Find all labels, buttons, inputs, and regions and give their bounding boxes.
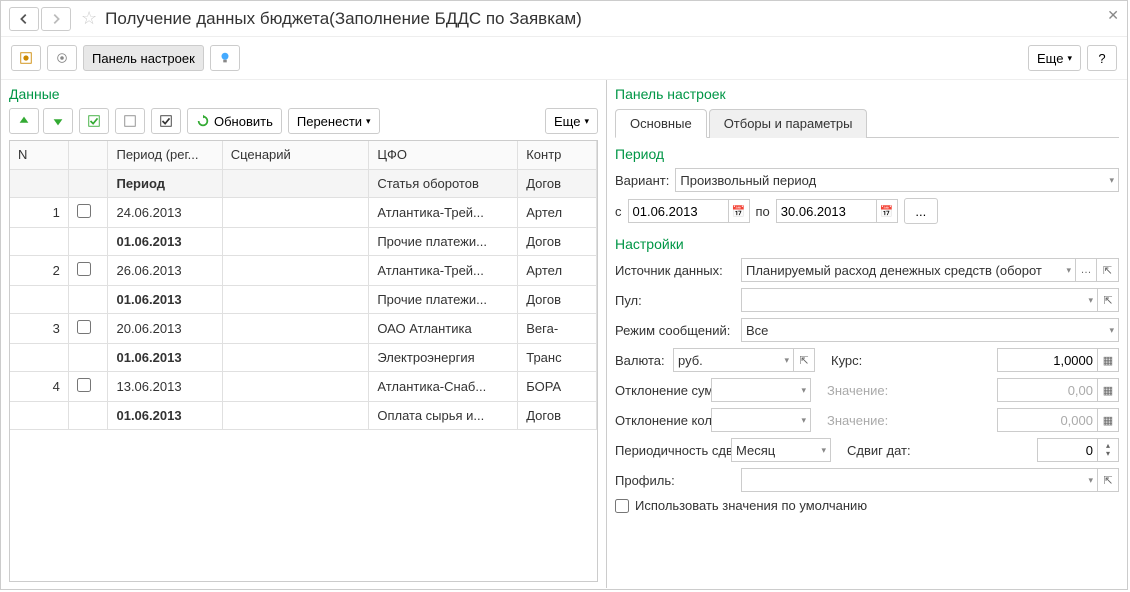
period-section-title: Период <box>615 146 1119 162</box>
nav-back-button[interactable] <box>9 7 39 31</box>
move-down-button[interactable] <box>43 108 73 134</box>
open-icon[interactable]: ⇱ <box>1097 288 1119 312</box>
row-checkbox[interactable] <box>77 204 91 218</box>
check-all-button[interactable] <box>79 108 109 134</box>
calculator-icon[interactable]: ▦ <box>1097 348 1119 372</box>
table-row[interactable]: 226.06.2013Атлантика-Трей...Артел <box>10 255 597 285</box>
dev-qty-val-input[interactable] <box>997 408 1097 432</box>
open-icon[interactable]: ⇱ <box>1097 258 1119 282</box>
use-defaults-checkbox[interactable] <box>615 499 629 513</box>
dev-sum-select[interactable] <box>711 378 811 402</box>
col-scenario[interactable]: Сценарий <box>222 141 369 169</box>
rate-input[interactable] <box>997 348 1097 372</box>
col-contractor[interactable]: Контр <box>518 141 597 169</box>
col-cfo[interactable]: ЦФО <box>369 141 518 169</box>
toggle-check-button[interactable] <box>151 108 181 134</box>
calendar-icon[interactable]: 📅 <box>876 199 898 223</box>
config-icon-2[interactable] <box>47 45 77 71</box>
dev-qty-label: Отклонение кол-ва: <box>615 413 705 428</box>
uncheck-all-button[interactable] <box>115 108 145 134</box>
col-period-reg[interactable]: Период (рег... <box>108 141 222 169</box>
msg-mode-label: Режим сообщений: <box>615 323 735 338</box>
period-shift-select[interactable]: Месяц <box>731 438 831 462</box>
shift-input[interactable] <box>1037 438 1097 462</box>
help-button[interactable]: ? <box>1087 45 1117 71</box>
table-row-sub[interactable]: 01.06.2013ЭлектроэнергияТранс <box>10 343 597 371</box>
dev-sum-val-label: Значение: <box>827 383 888 398</box>
tab-main[interactable]: Основные <box>615 109 707 138</box>
move-up-button[interactable] <box>9 108 39 134</box>
open-icon[interactable]: ⇱ <box>1097 468 1119 492</box>
settings-panel-title: Панель настроек <box>615 86 1119 102</box>
spinner-icon[interactable]: ▴▾ <box>1097 438 1119 462</box>
calculator-icon[interactable]: ▦ <box>1097 408 1119 432</box>
pool-label: Пул: <box>615 293 735 308</box>
dev-qty-select[interactable] <box>711 408 811 432</box>
to-label: по <box>756 204 770 219</box>
shift-label: Сдвиг дат: <box>847 443 911 458</box>
profile-select[interactable] <box>741 468 1097 492</box>
source-select[interactable]: Планируемый расход денежных средств (обо… <box>741 258 1075 282</box>
transfer-button[interactable]: Перенести ▾ <box>288 108 380 134</box>
row-checkbox[interactable] <box>77 378 91 392</box>
from-label: с <box>615 204 622 219</box>
ellipsis-icon[interactable]: … <box>1075 258 1097 282</box>
period-shift-label: Периодичность сдвига дат: <box>615 443 725 458</box>
table-row[interactable]: 320.06.2013ОАО АтлантикаВега- <box>10 313 597 343</box>
favorite-star-icon[interactable]: ☆ <box>81 8 97 29</box>
pool-select[interactable] <box>741 288 1097 312</box>
col-article[interactable]: Статья оборотов <box>369 169 518 197</box>
col-check[interactable] <box>68 141 108 169</box>
close-icon[interactable]: ✕ <box>1107 7 1119 24</box>
nav-forward-button[interactable] <box>41 7 71 31</box>
data-section-title: Данные <box>9 86 598 102</box>
table-row-sub[interactable]: 01.06.2013Оплата сырья и...Догов <box>10 401 597 429</box>
refresh-button[interactable]: Обновить <box>187 108 282 134</box>
col-n[interactable]: N <box>10 141 68 169</box>
dev-sum-val-input[interactable] <box>997 378 1097 402</box>
dev-sum-label: Отклонение суммы: <box>615 383 705 398</box>
config-icon-1[interactable] <box>11 45 41 71</box>
rate-label: Курс: <box>831 353 862 368</box>
date-from-input[interactable] <box>628 199 728 223</box>
source-label: Источник данных: <box>615 263 735 278</box>
variant-label: Вариант: <box>615 173 669 188</box>
calendar-icon[interactable]: 📅 <box>728 199 750 223</box>
row-checkbox[interactable] <box>77 320 91 334</box>
col-period[interactable]: Период <box>108 169 222 197</box>
page-title: Получение данных бюджета(Заполнение БДДС… <box>105 9 582 29</box>
open-icon[interactable]: ⇱ <box>793 348 815 372</box>
currency-label: Валюта: <box>615 353 667 368</box>
table-row-sub[interactable]: 01.06.2013Прочие платежи...Догов <box>10 227 597 255</box>
settings-panel-toggle[interactable]: Панель настроек <box>83 45 204 71</box>
tab-filters[interactable]: Отборы и параметры <box>709 109 868 138</box>
col-contract[interactable]: Догов <box>518 169 597 197</box>
variant-select[interactable]: Произвольный период <box>675 168 1119 192</box>
data-table[interactable]: N Период (рег... Сценарий ЦФО Контр Пери… <box>9 140 598 582</box>
dev-qty-val-label: Значение: <box>827 413 888 428</box>
currency-select[interactable]: руб. <box>673 348 793 372</box>
date-to-input[interactable] <box>776 199 876 223</box>
settings-section-title: Настройки <box>615 236 1119 252</box>
more-button-left[interactable]: Еще ▾ <box>545 108 598 134</box>
table-row[interactable]: 413.06.2013Атлантика-Снаб...БОРА <box>10 371 597 401</box>
period-ellipsis-button[interactable]: ... <box>904 198 938 224</box>
bulb-icon[interactable] <box>210 45 240 71</box>
calculator-icon[interactable]: ▦ <box>1097 378 1119 402</box>
row-checkbox[interactable] <box>77 262 91 276</box>
table-row[interactable]: 124.06.2013Атлантика-Трей...Артел <box>10 197 597 227</box>
use-defaults-label: Использовать значения по умолчанию <box>635 498 867 513</box>
profile-label: Профиль: <box>615 473 735 488</box>
more-button-top[interactable]: Еще ▾ <box>1028 45 1081 71</box>
msg-mode-select[interactable]: Все <box>741 318 1119 342</box>
table-row-sub[interactable]: 01.06.2013Прочие платежи...Догов <box>10 285 597 313</box>
